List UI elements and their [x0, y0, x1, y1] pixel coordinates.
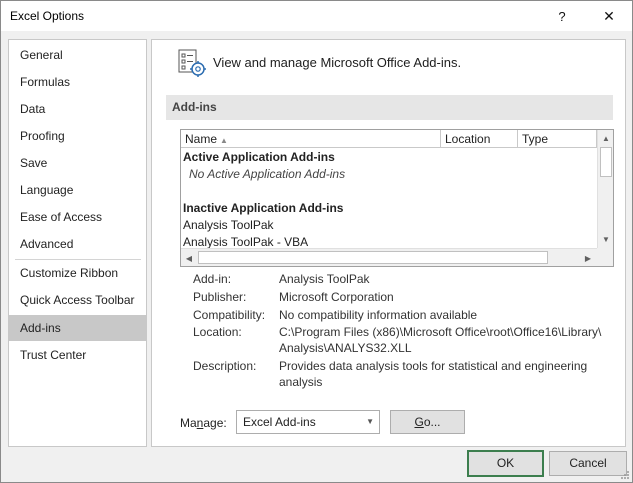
column-header-name-label: Name [185, 132, 218, 146]
column-header-location[interactable]: Location [441, 130, 518, 148]
manage-label-pre: Ma [180, 416, 197, 430]
detail-value-location-line1: C:\Program Files (x86)\Microsoft Office\… [279, 325, 602, 339]
ok-button[interactable]: OK [467, 450, 544, 477]
add-ins-panel: View and manage Microsoft Office Add-ins… [151, 39, 626, 447]
panel-heading: View and manage Microsoft Office Add-ins… [213, 55, 462, 70]
add-ins-settings-icon [178, 49, 206, 77]
sidebar-item-customize-ribbon[interactable]: Customize Ribbon [9, 260, 146, 286]
options-sidebar: General Formulas Data Proofing Save Lang… [8, 39, 147, 447]
sidebar-item-language[interactable]: Language [9, 177, 146, 203]
sidebar-item-ease-of-access[interactable]: Ease of Access [9, 204, 146, 230]
detail-value-description-line2: analysis [279, 375, 323, 389]
detail-value-publisher: Microsoft Corporation [279, 290, 394, 304]
manage-dropdown-value: Excel Add-ins [243, 415, 316, 429]
title-bar: Excel Options ? ✕ [1, 1, 632, 31]
manage-label: Manage: [180, 416, 227, 430]
close-button[interactable]: ✕ [586, 1, 632, 31]
excel-options-dialog: Excel Options ? ✕ General Formulas Data … [0, 0, 633, 483]
detail-value-addin: Analysis ToolPak [279, 272, 370, 286]
sort-ascending-icon: ▲ [220, 136, 228, 145]
close-icon: ✕ [603, 7, 615, 24]
column-header-name[interactable]: Name ▲ [181, 130, 441, 148]
detail-value-location: C:\Program Files (x86)\Microsoft Office\… [279, 324, 619, 356]
section-title-add-ins: Add-ins [166, 95, 613, 120]
manage-label-post: age: [203, 416, 227, 430]
detail-value-location-line2: Analysis\ANALYS32.XLL [279, 341, 412, 355]
list-item[interactable]: Analysis ToolPak [183, 217, 274, 234]
scrollbar-corner [597, 248, 613, 266]
resize-grip-icon[interactable] [620, 470, 630, 480]
sidebar-item-save[interactable]: Save [9, 150, 146, 176]
detail-label-location: Location: [193, 325, 242, 339]
manage-dropdown[interactable]: Excel Add-ins ▼ [236, 410, 380, 434]
scroll-right-icon[interactable]: ▶ [580, 250, 596, 266]
scroll-left-icon[interactable]: ◀ [181, 250, 197, 266]
sidebar-item-data[interactable]: Data [9, 96, 146, 122]
go-button-accesskey: G [414, 415, 424, 429]
sidebar-item-formulas[interactable]: Formulas [9, 69, 146, 95]
window-title: Excel Options [10, 9, 85, 23]
column-header-type[interactable]: Type [518, 130, 597, 148]
cancel-button[interactable]: Cancel [549, 451, 627, 476]
sidebar-item-advanced[interactable]: Advanced [9, 231, 146, 257]
scroll-down-icon[interactable]: ▼ [598, 231, 613, 247]
vertical-scrollbar[interactable]: ▲ ▼ [597, 130, 613, 248]
sidebar-item-general[interactable]: General [9, 42, 146, 68]
detail-label-publisher: Publisher: [193, 290, 247, 304]
go-button[interactable]: Go... [390, 410, 465, 434]
help-icon: ? [558, 8, 566, 24]
detail-label-addin: Add-in: [193, 272, 232, 286]
go-button-label: o... [423, 415, 441, 429]
list-empty-message: No Active Application Add-ins [189, 167, 346, 181]
detail-label-compatibility: Compatibility: [193, 308, 266, 322]
scroll-up-icon[interactable]: ▲ [598, 130, 613, 146]
chevron-down-icon: ▼ [366, 417, 374, 426]
detail-value-description-line1: Provides data analysis tools for statist… [279, 359, 588, 373]
detail-value-description: Provides data analysis tools for statist… [279, 358, 619, 390]
horizontal-scroll-thumb[interactable] [198, 251, 548, 264]
list-group-active: Active Application Add-ins [183, 150, 335, 164]
help-button[interactable]: ? [539, 1, 585, 31]
sidebar-item-trust-center[interactable]: Trust Center [9, 342, 146, 368]
sidebar-item-quick-access-toolbar[interactable]: Quick Access Toolbar [9, 287, 146, 313]
vertical-scroll-thumb[interactable] [600, 147, 612, 177]
sidebar-item-proofing[interactable]: Proofing [9, 123, 146, 149]
detail-label-description: Description: [193, 359, 257, 373]
list-group-inactive: Inactive Application Add-ins [183, 201, 344, 215]
horizontal-scrollbar[interactable]: ◀ ▶ [181, 248, 597, 266]
sidebar-item-add-ins[interactable]: Add-ins [9, 315, 146, 341]
add-ins-list[interactable]: Name ▲ Location Type Active Application A… [180, 129, 614, 267]
detail-value-compatibility: No compatibility information available [279, 308, 478, 322]
